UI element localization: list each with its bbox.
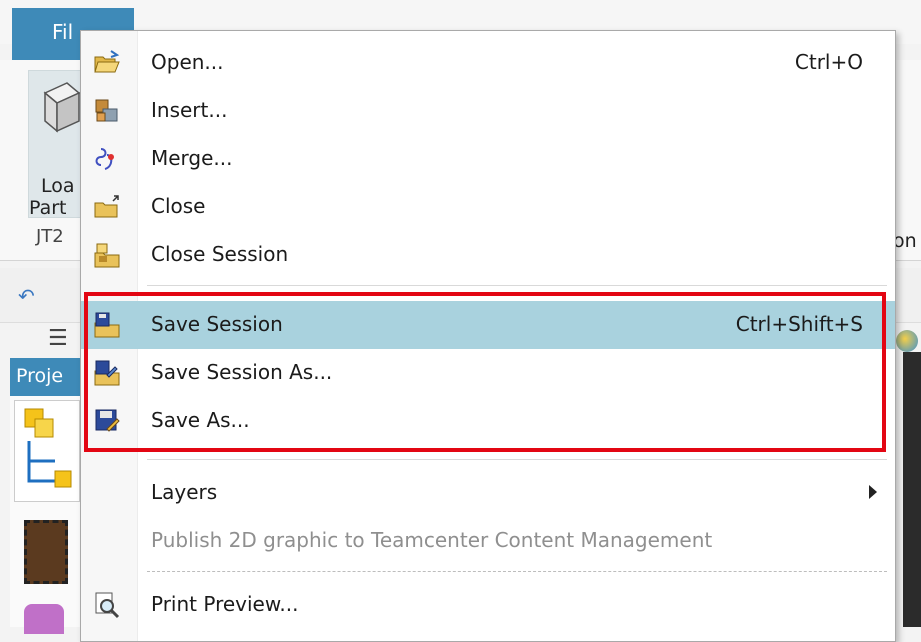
menu-item-publish: Publish 2D graphic to Teamcenter Content… bbox=[81, 517, 895, 565]
menu-item-label: Save Session As... bbox=[151, 360, 333, 384]
menu-separator bbox=[147, 571, 887, 572]
menu-item-merge[interactable]: Merge... bbox=[81, 135, 895, 183]
assembly-navigator-button[interactable] bbox=[14, 400, 80, 502]
menu-item-open[interactable]: Open... Ctrl+O bbox=[81, 39, 895, 87]
load-label-line2: Part bbox=[29, 197, 67, 219]
save-session-as-icon bbox=[94, 360, 120, 386]
menu-item-label: Insert... bbox=[151, 98, 228, 122]
menu-item-label: Print Preview... bbox=[151, 592, 299, 616]
file-tab-label: Fil bbox=[52, 20, 74, 44]
menu-icon[interactable]: ☰ bbox=[48, 326, 68, 351]
menu-item-label: Layers bbox=[151, 480, 218, 504]
ribbon-right-label: on bbox=[893, 230, 917, 252]
load-label-line1: Loa bbox=[41, 175, 75, 197]
close-session-icon bbox=[94, 243, 120, 268]
shortcut-label: Ctrl+O bbox=[794, 50, 863, 74]
menu-item-label: Close Session bbox=[151, 242, 289, 266]
menu-item-save-session[interactable]: Save Session Ctrl+Shift+S bbox=[81, 301, 895, 349]
panel-title: Proje bbox=[16, 365, 64, 387]
save-as-icon bbox=[95, 409, 120, 432]
menu-item-close[interactable]: Close bbox=[81, 183, 895, 231]
ribbon-group-label: JT2 bbox=[36, 226, 64, 247]
menu-separator bbox=[147, 459, 887, 460]
panel-header: Proje bbox=[10, 358, 80, 396]
shortcut-label: Ctrl+Shift+S bbox=[735, 312, 863, 336]
submenu-arrow-icon bbox=[869, 485, 877, 499]
graphics-window-edge bbox=[903, 352, 921, 627]
file-menu: Open... Ctrl+O Insert... Merge... Close bbox=[80, 30, 896, 642]
menu-item-layers[interactable]: Layers bbox=[81, 469, 895, 517]
open-folder-icon bbox=[94, 50, 120, 73]
menu-item-label: Close bbox=[151, 194, 206, 218]
merge-icon bbox=[95, 148, 114, 170]
insert-icon bbox=[95, 99, 118, 122]
print-preview-icon bbox=[95, 592, 120, 619]
menu-item-label: Save As... bbox=[151, 408, 250, 432]
menu-item-label: Merge... bbox=[151, 146, 233, 170]
save-session-icon bbox=[94, 312, 120, 338]
menu-item-save-as[interactable]: Save As... bbox=[81, 397, 895, 445]
menu-item-label: Publish 2D graphic to Teamcenter Content… bbox=[151, 528, 713, 552]
globe-icon[interactable] bbox=[896, 330, 918, 352]
close-folder-icon bbox=[94, 195, 119, 218]
menu-item-label: Open... bbox=[151, 50, 224, 74]
menu-item-close-session[interactable]: Close Session bbox=[81, 231, 895, 279]
menu-item-label: Save Session bbox=[151, 312, 283, 336]
film-icon[interactable] bbox=[24, 520, 68, 584]
menu-item-save-session-as[interactable]: Save Session As... bbox=[81, 349, 895, 397]
menu-item-insert[interactable]: Insert... bbox=[81, 87, 895, 135]
menu-item-print-preview[interactable]: Print Preview... bbox=[81, 581, 895, 629]
undo-icon[interactable]: ↶ bbox=[18, 284, 35, 308]
database-icon[interactable] bbox=[24, 604, 64, 634]
menu-separator bbox=[147, 285, 887, 286]
cube-icon bbox=[43, 82, 81, 133]
assembly-tree-icon bbox=[24, 408, 72, 488]
